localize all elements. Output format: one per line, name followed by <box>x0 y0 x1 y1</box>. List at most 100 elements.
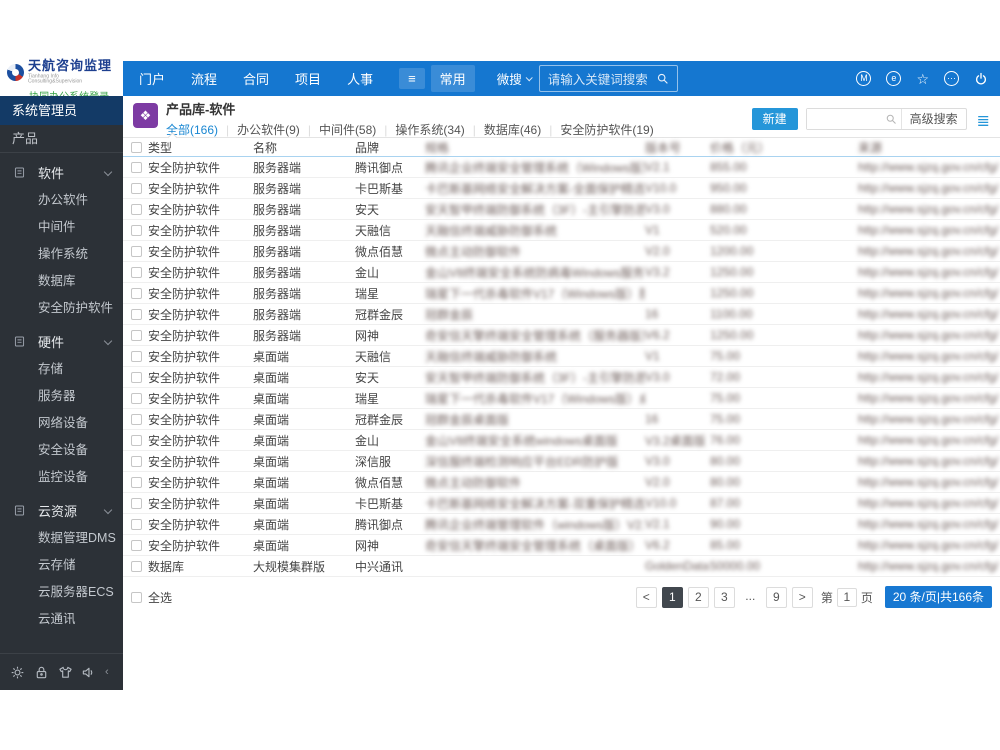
sidebar-item[interactable]: 存储 <box>0 356 123 383</box>
sidebar-item[interactable]: 安全防护软件 <box>0 295 123 322</box>
select-all-header-checkbox[interactable] <box>131 141 142 153</box>
table-row[interactable]: 安全防护软件 桌面端 网神 奇安信天擎终端安全管理系统（桌面版） V6.2 85.00 ht… <box>123 535 1000 556</box>
page-button-9[interactable]: 9 <box>765 586 787 608</box>
tab-2[interactable]: 办公软件(9) <box>237 121 300 138</box>
power-icon[interactable] <box>974 72 988 86</box>
table-row[interactable]: 安全防护软件 服务器端 金山 金山V8终端安全系统防病毒Windows服务器版 V3.2… <box>123 262 1000 283</box>
cell-name: 服务器端 <box>253 265 302 280</box>
sidebar-group-2[interactable]: 云资源 <box>0 495 123 525</box>
row-checkbox[interactable] <box>131 350 142 362</box>
select-all-checkbox[interactable] <box>131 591 142 603</box>
lock-icon[interactable] <box>34 665 49 680</box>
table-row[interactable]: 安全防护软件 服务器端 天融信 天融信终端威胁防御系统 V1 520.00 http://w… <box>123 220 1000 241</box>
table-row[interactable]: 安全防护软件 桌面端 瑞星 瑞星下一代杀毒软件V17（Windows版）桌面版 75.0… <box>123 388 1000 409</box>
row-checkbox[interactable] <box>131 266 142 278</box>
sidebar-item[interactable]: 服务器 <box>0 383 123 410</box>
row-checkbox[interactable] <box>131 413 142 425</box>
table-search-input[interactable] <box>806 109 885 129</box>
tab-5[interactable]: 数据库(46) <box>484 121 541 138</box>
row-checkbox[interactable] <box>131 287 142 299</box>
row-checkbox[interactable] <box>131 182 142 194</box>
sidebar-item[interactable]: 办公软件 <box>0 187 123 214</box>
nav-item[interactable]: 门户 <box>139 69 165 88</box>
sidebar-item[interactable]: 监控设备 <box>0 464 123 491</box>
sidebar-item[interactable]: 云存储 <box>0 552 123 579</box>
cell-price: 1250.00 <box>710 265 754 279</box>
row-checkbox[interactable] <box>131 560 142 572</box>
table-row[interactable]: 安全防护软件 服务器端 卡巴斯基 卡巴斯基网络安全解决方案-全面保护精选版（KES）.… <box>123 178 1000 199</box>
star-icon[interactable]: ☆ <box>916 72 929 86</box>
row-checkbox[interactable] <box>131 329 142 341</box>
table-row[interactable]: 安全防护软件 桌面端 冠群金辰 冠群金辰桌面版 16 75.00 http://www.sj… <box>123 409 1000 430</box>
shirt-icon[interactable] <box>58 665 73 680</box>
sidebar-item[interactable]: 数据管理DMS <box>0 525 123 552</box>
sidebar-item[interactable]: 安全设备 <box>0 437 123 464</box>
sidebar-item[interactable]: 数据库 <box>0 268 123 295</box>
table-row[interactable]: 安全防护软件 服务器端 冠群金辰 冠群金辰 16 1100.00 http://www.sj… <box>123 304 1000 325</box>
page-button-2[interactable]: 2 <box>687 586 709 608</box>
row-checkbox[interactable] <box>131 224 142 236</box>
new-button[interactable]: 新建 <box>751 108 798 130</box>
table-row[interactable]: 安全防护软件 桌面端 腾讯御点 腾讯企业终端管理软件（windows版）V2.1 V2.… <box>123 514 1000 535</box>
prev-page-button[interactable]: < <box>635 586 657 608</box>
row-checkbox[interactable] <box>131 434 142 446</box>
message-circle-icon[interactable]: e <box>886 71 902 86</box>
row-checkbox[interactable] <box>131 308 142 320</box>
row-checkbox[interactable] <box>131 371 142 383</box>
page-size-button[interactable]: 20 条/页|共166条 <box>884 586 992 608</box>
page-button-3[interactable]: 3 <box>713 586 735 608</box>
tab-3[interactable]: 中间件(58) <box>319 121 376 138</box>
page-button-1[interactable]: 1 <box>661 586 683 608</box>
table-row[interactable]: 安全防护软件 桌面端 安天 安天智甲终端防御系统（3F）-主引擎防恶意 V3.0 72.0… <box>123 367 1000 388</box>
row-checkbox[interactable] <box>131 203 142 215</box>
wesearch-dropdown[interactable]: 微搜 <box>497 69 533 88</box>
global-search-input[interactable]: 请输入关键词搜索 <box>538 65 678 92</box>
table-row[interactable]: 数据库 大规模集群版 中兴通讯 GoldenData s...50000.00 http… <box>123 556 1000 577</box>
row-checkbox[interactable] <box>131 245 142 257</box>
sidebar-group-0[interactable]: 软件 <box>0 157 123 187</box>
advanced-search-button[interactable]: 高级搜索 <box>900 109 966 129</box>
table-row[interactable]: 安全防护软件 桌面端 金山 金山V8终端安全系统windows桌面版 V3.2桌面版 76… <box>123 430 1000 451</box>
list-view-toggle-icon[interactable]: ≣ <box>977 114 990 130</box>
table-row[interactable]: 安全防护软件 服务器端 瑞星 瑞星下一代杀毒软件V17（Windows版）服务器版 12… <box>123 283 1000 304</box>
menu-burger-button[interactable]: ≡ <box>399 68 425 89</box>
table-row[interactable]: 安全防护软件 桌面端 深信服 深信服终端检测响应平台EDR防护版 V3.0 80.00 ht… <box>123 451 1000 472</box>
row-checkbox[interactable] <box>131 539 142 551</box>
next-page-button[interactable]: > <box>791 586 813 608</box>
m-circle-icon[interactable]: M <box>856 71 872 86</box>
nav-item[interactable]: 流程 <box>191 69 217 88</box>
nav-item[interactable]: 合同 <box>243 69 269 88</box>
sidebar-item[interactable]: 中间件 <box>0 214 123 241</box>
row-checkbox[interactable] <box>131 497 142 509</box>
cell-type: 安全防护软件 <box>148 433 221 448</box>
table-row[interactable]: 安全防护软件 桌面端 卡巴斯基 卡巴斯基网络安全解决方案-双重保护精选版（KES）-K… <box>123 493 1000 514</box>
cell-brand: 天融信 <box>355 223 392 238</box>
table-row[interactable]: 安全防护软件 桌面端 天融信 天融信终端威胁防御系统 V1 75.00 http://www… <box>123 346 1000 367</box>
table-row[interactable]: 安全防护软件 服务器端 安天 安天智甲终端防御系统（3F）-主引擎防恶意 V3.0 880… <box>123 199 1000 220</box>
gear-icon[interactable] <box>10 665 25 680</box>
table-row[interactable]: 安全防护软件 桌面端 微点佰慧 微点主动防御软件 V2.0 80.00 http://www… <box>123 472 1000 493</box>
table-row[interactable]: 安全防护软件 服务器端 微点佰慧 微点主动防御软件 V2.0 1200.00 http://… <box>123 241 1000 262</box>
nav-item-common[interactable]: 常用 <box>430 65 475 92</box>
speaker-icon[interactable] <box>81 665 96 680</box>
sidebar-item[interactable]: 云通讯 <box>0 606 123 633</box>
row-checkbox[interactable] <box>131 455 142 467</box>
sidebar-section-product[interactable]: 产品 <box>0 125 123 153</box>
table-row[interactable]: 安全防护软件 服务器端 腾讯御点 腾讯企业终端安全管理系统（Windows版） V2.1… <box>123 157 1000 178</box>
row-checkbox[interactable] <box>131 476 142 488</box>
sidebar-group-1[interactable]: 硬件 <box>0 326 123 356</box>
tab-4[interactable]: 操作系统(34) <box>395 121 464 138</box>
nav-item[interactable]: 人事 <box>347 69 373 88</box>
table-row[interactable]: 安全防护软件 服务器端 网神 奇安信天擎终端安全管理系统（服务器版） V6.2 1250.… <box>123 325 1000 346</box>
more-circle-icon[interactable]: ··· <box>944 71 959 86</box>
sidebar-item[interactable]: 操作系统 <box>0 241 123 268</box>
row-checkbox[interactable] <box>131 518 142 530</box>
row-checkbox[interactable] <box>131 161 142 173</box>
collapse-sidebar-icon[interactable]: ‹ <box>105 666 109 678</box>
page-jump-input[interactable]: 1 <box>836 587 857 607</box>
sidebar-item[interactable]: 网络设备 <box>0 410 123 437</box>
tab-6[interactable]: 安全防护软件(19) <box>560 121 653 138</box>
row-checkbox[interactable] <box>131 392 142 404</box>
nav-item[interactable]: 项目 <box>295 69 321 88</box>
sidebar-item[interactable]: 云服务器ECS <box>0 579 123 606</box>
